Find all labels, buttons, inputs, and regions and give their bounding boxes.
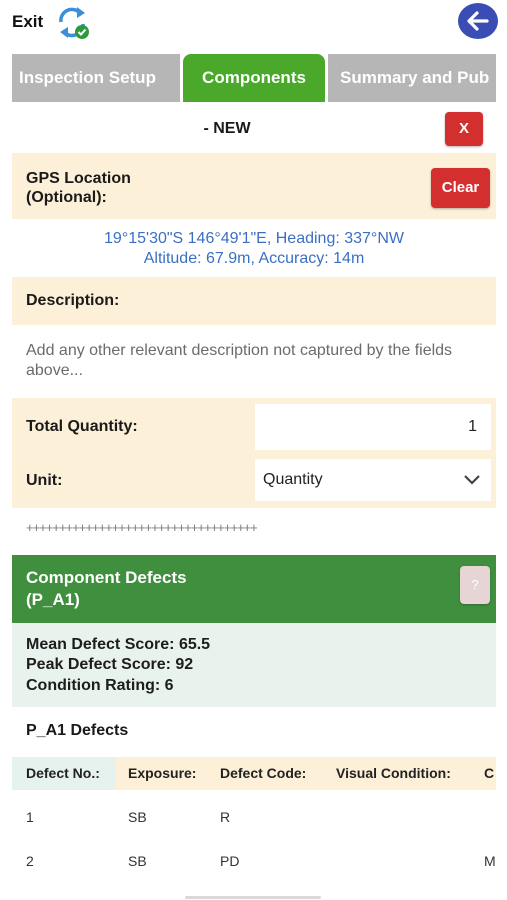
component-defects-header: Component Defects (P_A1) ? xyxy=(12,555,496,623)
description-field[interactable]: Add any other relevant description not c… xyxy=(26,341,476,381)
tab-bar: Inspection Setup Components Summary and … xyxy=(12,54,496,102)
column-header-defect-no[interactable]: Defect No.: xyxy=(12,757,116,790)
defect-scores-panel: Mean Defect Score: 65.5 Peak Defect Scor… xyxy=(12,623,496,707)
gps-location-panel: GPS Location (Optional): Clear xyxy=(12,153,496,219)
gps-label-line2: (Optional): xyxy=(26,189,107,206)
column-header-visual-condition[interactable]: Visual Condition: xyxy=(324,757,472,790)
back-button[interactable] xyxy=(458,3,498,39)
tab-components[interactable]: Components xyxy=(183,54,325,102)
condition-rating: Condition Rating: 6 xyxy=(26,677,174,694)
table-cell: M xyxy=(484,853,496,869)
quantity-unit-panel: Total Quantity: 1 Unit: Quantity xyxy=(12,398,496,508)
table-cell: PD xyxy=(220,853,240,869)
table-cell: 2 xyxy=(26,853,34,869)
component-defects-title: Component Defects (P_A1) xyxy=(26,567,187,611)
table-row[interactable]: 2 SB PD M xyxy=(12,839,496,883)
table-row[interactable]: 1 SB R xyxy=(12,795,496,839)
gps-altitude-accuracy: Altitude: 67.9m, Accuracy: 14m xyxy=(143,250,365,267)
defects-subtitle: P_A1 Defects xyxy=(26,722,129,739)
close-button[interactable]: X xyxy=(445,112,483,146)
sync-check-icon[interactable] xyxy=(53,4,93,42)
tab-inspection-setup[interactable]: Inspection Setup xyxy=(12,54,180,102)
unit-selected-value: Quantity xyxy=(263,471,323,488)
top-bar: Exit xyxy=(0,0,507,46)
table-cell: R xyxy=(220,809,231,825)
home-indicator xyxy=(185,896,321,899)
separator-line: +++++++++++++++++++++++++++++++++++ xyxy=(26,520,258,535)
clear-gps-button[interactable]: Clear xyxy=(431,168,490,208)
gps-label-line1: GPS Location xyxy=(26,170,131,187)
table-cell: 1 xyxy=(26,809,34,825)
exit-button[interactable]: Exit xyxy=(12,12,43,32)
peak-defect-score: Peak Defect Score: 92 xyxy=(26,656,194,673)
defects-title-line2: (P_A1) xyxy=(26,590,80,609)
total-quantity-label: Total Quantity: xyxy=(26,418,138,435)
tab-summary-and-publish[interactable]: Summary and Pub xyxy=(328,54,496,102)
table-cell: SB xyxy=(128,809,147,825)
defects-table: Defect No.: Exposure: Defect Code: Visua… xyxy=(12,757,496,900)
gps-readout: 19°15'30"S 146°49'1"E, Heading: 337°NW A… xyxy=(12,229,496,269)
description-label: Description: xyxy=(26,292,120,309)
column-header-defect-code[interactable]: Defect Code: xyxy=(210,757,324,790)
table-header: Defect No.: Exposure: Defect Code: Visua… xyxy=(12,757,496,790)
arrow-left-icon xyxy=(467,11,489,31)
column-header-exposure[interactable]: Exposure: xyxy=(116,757,210,790)
gps-coordinates: 19°15'30"S 146°49'1"E, Heading: 337°NW xyxy=(104,230,404,247)
column-header-c[interactable]: C xyxy=(472,757,496,790)
gps-location-label: GPS Location (Optional): xyxy=(26,169,131,207)
mean-defect-score: Mean Defect Score: 65.5 xyxy=(26,636,211,653)
chevron-down-icon xyxy=(464,475,480,485)
unit-select[interactable]: Quantity xyxy=(255,459,491,501)
description-panel: Description: xyxy=(12,277,496,325)
total-quantity-input[interactable]: 1 xyxy=(255,404,491,450)
unit-label: Unit: xyxy=(26,472,63,489)
defects-title-line1: Component Defects xyxy=(26,568,187,587)
page-title: - NEW xyxy=(203,120,251,137)
component-title-row: - NEW X xyxy=(12,108,496,152)
help-button[interactable]: ? xyxy=(460,566,490,604)
table-cell: SB xyxy=(128,853,147,869)
